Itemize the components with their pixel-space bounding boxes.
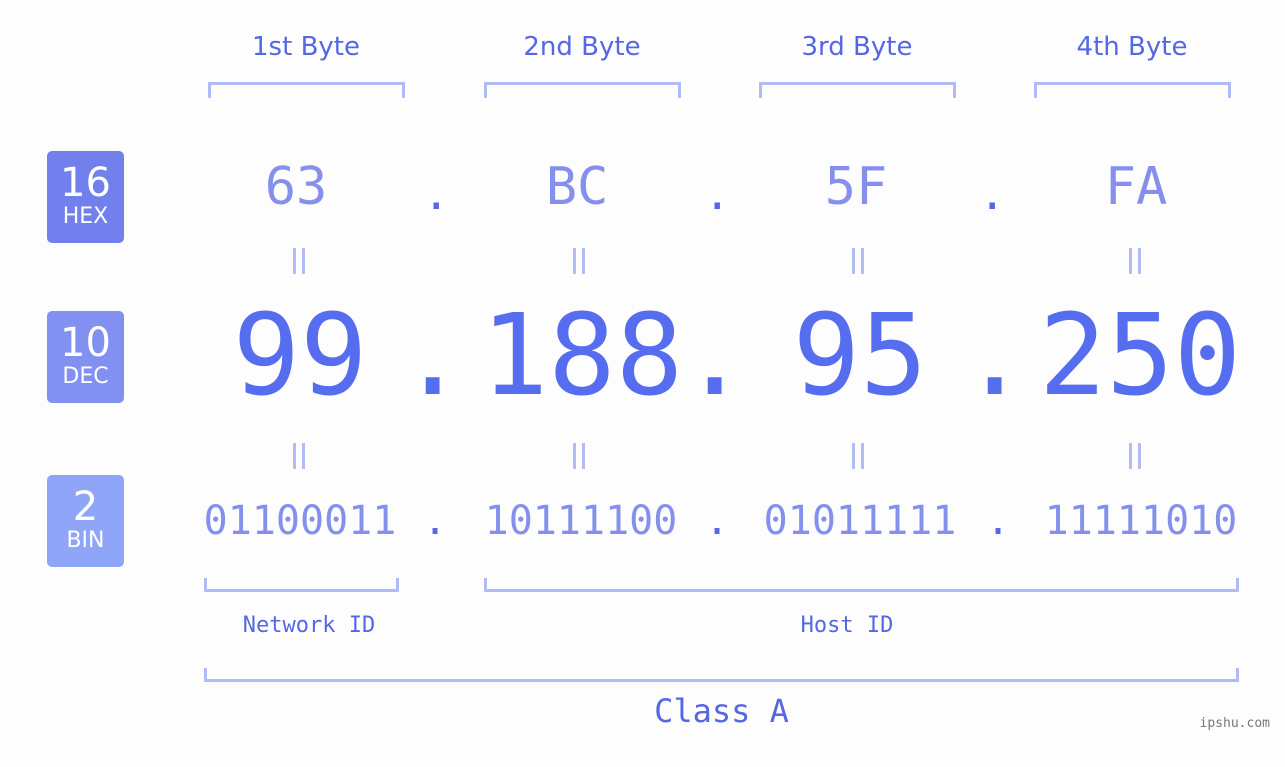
hex-value-4: FA <box>1104 157 1168 217</box>
bin-value-2: 10111100 <box>484 498 678 544</box>
byte-bracket-2 <box>484 82 681 98</box>
byte-bracket-4 <box>1034 82 1231 98</box>
equals-icon <box>852 248 864 274</box>
dec-base-unit: DEC <box>62 364 109 389</box>
dec-value-2: 188 <box>480 291 684 421</box>
bin-separator-2: . <box>705 498 730 544</box>
bin-value-3: 01011111 <box>763 498 957 544</box>
dec-separator-2: . <box>681 291 749 421</box>
hex-value-1: 63 <box>264 157 328 217</box>
byte-label-3: 3rd Byte <box>801 32 913 62</box>
bin-base-number: 2 <box>72 484 99 530</box>
bin-badge: 2 BIN <box>47 475 124 567</box>
dec-value-3: 95 <box>792 291 928 421</box>
hex-value-3: 5F <box>824 157 888 217</box>
host-id-bracket <box>484 578 1239 592</box>
hex-separator-3: . <box>979 169 1006 220</box>
bin-separator-1: . <box>423 498 448 544</box>
byte-bracket-3 <box>759 82 956 98</box>
network-id-bracket <box>204 578 399 592</box>
hex-separator-2: . <box>704 169 731 220</box>
host-id-label: Host ID <box>800 613 894 638</box>
network-id-label: Network ID <box>242 613 376 638</box>
bin-value-4: 11111010 <box>1044 498 1238 544</box>
byte-label-4: 4th Byte <box>1076 32 1188 62</box>
watermark: ipshu.com <box>1199 716 1270 731</box>
hex-separator-1: . <box>423 169 450 220</box>
bin-value-1: 01100011 <box>203 498 397 544</box>
dec-separator-1: . <box>399 291 467 421</box>
equals-icon <box>293 248 305 274</box>
class-bracket <box>204 668 1239 682</box>
bin-base-unit: BIN <box>66 528 105 553</box>
equals-icon <box>1129 248 1141 274</box>
byte-label-2: 2nd Byte <box>523 32 641 62</box>
dec-value-1: 99 <box>232 291 368 421</box>
hex-badge: 16 HEX <box>47 151 124 243</box>
dec-badge: 10 DEC <box>47 311 124 403</box>
hex-base-number: 16 <box>60 160 111 206</box>
hex-value-2: BC <box>545 157 609 217</box>
byte-bracket-1 <box>208 82 405 98</box>
dec-base-number: 10 <box>60 320 111 366</box>
hex-base-unit: HEX <box>62 204 109 229</box>
equals-icon <box>1129 443 1141 469</box>
dec-separator-3: . <box>961 291 1029 421</box>
equals-icon <box>573 443 585 469</box>
byte-label-1: 1st Byte <box>252 32 360 62</box>
bin-separator-3: . <box>986 498 1011 544</box>
ip-class-label: Class A <box>654 692 789 730</box>
dec-value-4: 250 <box>1038 291 1242 421</box>
equals-icon <box>293 443 305 469</box>
equals-icon <box>852 443 864 469</box>
equals-icon <box>573 248 585 274</box>
